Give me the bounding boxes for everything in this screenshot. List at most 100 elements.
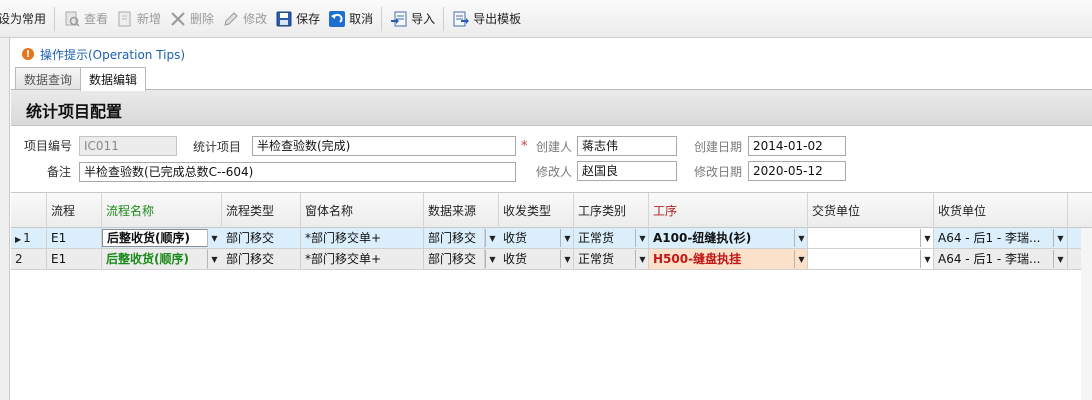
col-process[interactable]: 工序 [649,193,808,229]
grid-scroll-area [1081,228,1092,400]
view-button[interactable]: 查看 [59,4,112,34]
cell-data-source[interactable]: 部门移交 [424,249,485,269]
view-icon [65,11,80,27]
dropdown-icon[interactable]: ▼ [920,250,934,268]
cell-process[interactable]: H500-缝盘执挂 [649,249,808,269]
save-icon [276,11,292,26]
delete-icon [171,11,185,26]
cell-flow-name[interactable]: 后整收货(顺序) [102,229,208,247]
add-label: 新增 [137,12,162,26]
dropdown-icon[interactable]: ▼ [635,229,649,247]
dropdown-icon[interactable]: ▼ [794,229,808,247]
cell-deliver-unit[interactable] [808,249,934,269]
toolbar: 设为常用 查看 新增 删除 修改 保存 取消 导入 导出模板 [0,0,1092,38]
cell-receive-unit[interactable]: A64 - 后1 - 李瑞... [934,228,1068,248]
cell-process[interactable]: A100-纽缝执(衫) [649,228,808,248]
row-header[interactable]: 2 [11,249,47,269]
col-send-recv-type[interactable]: 收发类型 [499,193,574,229]
modifier-field[interactable]: 赵国良 [577,161,677,181]
dropdown-icon[interactable]: ▼ [560,250,574,268]
export-icon [453,11,470,26]
save-button[interactable]: 保存 [271,4,324,34]
dropdown-icon[interactable]: ▼ [485,250,499,268]
export-template-button[interactable]: 导出模板 [448,4,525,34]
cell-data-source[interactable]: 部门移交 [424,228,485,248]
col-flow-name[interactable]: 流程名称 [102,193,222,229]
title-bar: 统计项目配置 [11,90,1092,126]
remark-field[interactable]: 半检查验数(已完成总数C--604) [79,162,516,182]
modified-date-field[interactable]: 2020-05-12 [748,161,846,181]
col-flow[interactable]: 流程 [47,193,102,229]
col-deliver-unit[interactable]: 交货单位 [808,193,934,229]
col-flow-type[interactable]: 流程类型 [222,193,301,229]
cell-flow[interactable]: E1 [47,228,102,248]
row-header[interactable]: ▶ 1 [11,228,47,248]
col-process-category[interactable]: 工序类别 [574,193,649,229]
item-code-label: 项目编号 [24,139,73,153]
left-panel-edge [0,38,10,400]
created-date-label: 创建日期 [694,140,743,154]
save-label: 保存 [296,12,321,26]
dropdown-icon[interactable]: ▼ [1053,250,1067,268]
edit-button[interactable]: 修改 [218,4,271,34]
dropdown-icon[interactable]: ▼ [920,229,934,247]
creator-label: 创建人 [536,140,573,154]
tab-data-query[interactable]: 数据查询 [15,67,82,90]
cancel-label: 取消 [349,12,374,26]
grid-header: 流程 流程名称 流程类型 窗体名称 数据来源 收发类型 工序类别 工序 交货单位… [11,192,1092,229]
row-index: 2 [15,252,23,266]
dropdown-icon[interactable]: ▼ [207,250,221,268]
table-row[interactable]: 2 E1 后整收货(顺序) ▼ 部门移交 *部门移交单+ 部门移交 ▼ 收货 ▼… [11,249,1081,270]
cell-flow-type[interactable]: 部门移交 [222,228,301,248]
modified-date-label: 修改日期 [694,165,743,179]
cancel-button[interactable]: 取消 [324,4,377,34]
operation-tips[interactable]: ! 操作提示(Operation Tips) [22,45,185,63]
stat-item-label: 统计项目 [193,140,242,154]
modifier-label: 修改人 [536,165,573,179]
cell-deliver-unit[interactable] [808,228,934,248]
import-button[interactable]: 导入 [386,4,439,34]
export-template-label: 导出模板 [473,12,522,26]
dropdown-icon[interactable]: ▼ [207,229,221,247]
view-label: 查看 [84,12,109,26]
set-common-label: 设为常用 [0,12,47,26]
remark-label: 备注 [47,165,72,179]
tab-data-edit[interactable]: 数据编辑 [80,67,147,91]
edit-label: 修改 [243,12,268,26]
current-row-icon: ▶ [15,235,22,244]
cell-flow-name[interactable]: 后整收货(顺序) [102,249,208,269]
tab-bar: 数据查询 数据编辑 [15,67,147,91]
import-label: 导入 [411,12,436,26]
set-common-button[interactable]: 设为常用 [0,4,50,34]
cell-form-name[interactable]: *部门移交单+ [301,249,424,269]
dropdown-icon[interactable]: ▼ [560,229,574,247]
created-date-field[interactable]: 2014-01-02 [748,136,846,156]
cell-form-name[interactable]: *部门移交单+ [301,228,424,248]
add-button[interactable]: 新增 [112,4,165,34]
row-header-column [11,193,47,229]
cell-receive-unit[interactable]: A64 - 后1 - 李瑞... [934,249,1068,269]
dropdown-icon[interactable]: ▼ [1053,229,1067,247]
info-icon: ! [22,48,34,60]
dropdown-icon[interactable]: ▼ [485,229,499,247]
delete-label: 删除 [190,12,215,26]
item-code-field: IC011 [79,136,177,156]
cell-flow-type[interactable]: 部门移交 [222,249,301,269]
stat-item-field[interactable]: 半检查验数(完成) [252,136,516,156]
dropdown-icon[interactable]: ▼ [635,250,649,268]
cell-flow[interactable]: E1 [47,249,102,269]
toolbar-separator [443,6,445,31]
row-index: 1 [23,231,31,245]
add-icon [118,11,131,26]
page-title: 统计项目配置 [26,102,123,121]
col-form-name[interactable]: 窗体名称 [301,193,424,229]
col-receive-unit[interactable]: 收货单位 [934,193,1068,229]
import-icon [391,11,407,26]
delete-button[interactable]: 删除 [165,4,218,34]
dropdown-icon[interactable]: ▼ [794,250,808,268]
undo-icon [329,10,346,27]
table-row[interactable]: ▶ 1 E1 后整收货(顺序) ▼ 部门移交 *部门移交单+ 部门移交 ▼ 收货 … [11,228,1081,249]
required-mark: * [521,139,528,154]
creator-field[interactable]: 蒋志伟 [577,136,677,156]
col-data-source[interactable]: 数据来源 [424,193,499,229]
